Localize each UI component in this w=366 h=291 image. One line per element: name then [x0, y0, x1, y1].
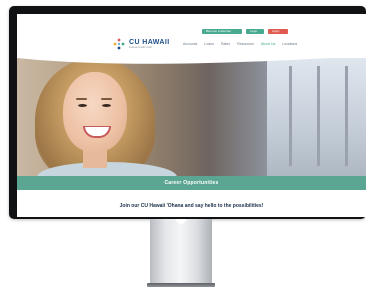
career-banner-title: Career Opportunities — [164, 180, 219, 186]
nav-item-locations[interactable]: Locations — [282, 42, 297, 46]
top-button-group: Become a Member Login Apply — [202, 29, 288, 34]
nav-item-loans[interactable]: Loans — [204, 42, 214, 46]
nav-item-about-us[interactable]: About Us — [261, 42, 275, 46]
nav-item-resources[interactable]: Resources — [237, 42, 254, 46]
login-button[interactable]: Login — [246, 29, 264, 34]
logo-mark-icon — [113, 38, 125, 50]
website-screen: Become a Member Login Apply CU HAWAII Fe… — [17, 14, 366, 217]
monitor-base — [147, 283, 215, 287]
nav-item-accounts[interactable]: Accounts — [183, 42, 197, 46]
smile — [83, 126, 111, 138]
person-face — [63, 72, 127, 152]
nav-item-rates[interactable]: Rates — [221, 42, 230, 46]
monitor-stand — [150, 219, 212, 283]
header-wave — [17, 58, 331, 64]
career-banner: Career Opportunities — [17, 176, 366, 190]
site-logo[interactable]: CU HAWAII Federal Credit Union — [113, 38, 170, 50]
monitor-frame: Become a Member Login Apply CU HAWAII Fe… — [9, 6, 366, 219]
page-tagline: Join our CU Hawaii 'Ohana and say hello … — [119, 203, 264, 209]
logo-name: CU HAWAII — [129, 39, 170, 46]
site-header: Become a Member Login Apply CU HAWAII Fe… — [17, 14, 366, 58]
apply-button[interactable]: Apply — [268, 29, 288, 34]
logo-tagline: Federal Credit Union — [129, 46, 153, 49]
become-member-button[interactable]: Become a Member — [202, 29, 242, 34]
hero-image — [17, 58, 366, 176]
main-nav: Accounts Loans Rates Resources About Us … — [183, 42, 297, 46]
